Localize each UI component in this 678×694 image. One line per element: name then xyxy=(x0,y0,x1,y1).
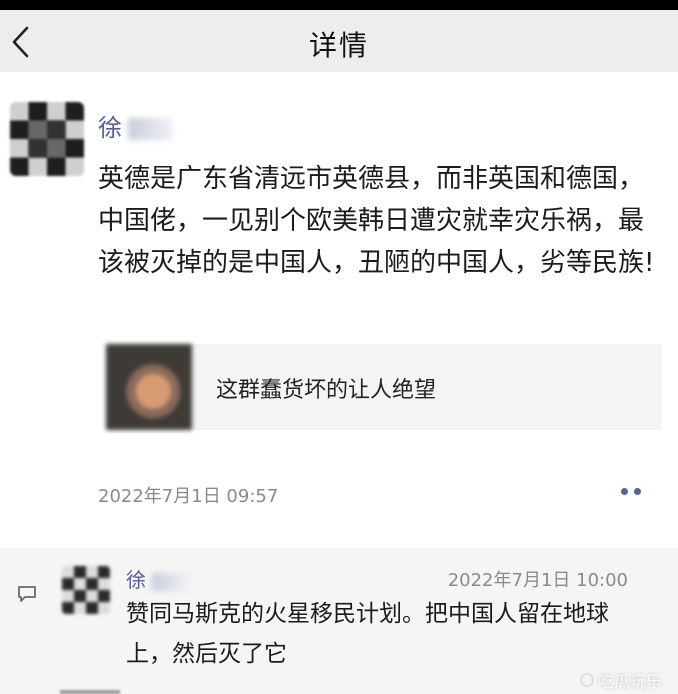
comment-timestamp: 2022年7月1日 10:00 xyxy=(447,570,628,591)
shared-link-card[interactable]: 这群蠢货坏的让人绝望 xyxy=(106,344,662,430)
post-timestamp: 2022年7月1日 09:57 xyxy=(98,486,279,507)
name-mosaic xyxy=(128,118,172,140)
more-dots-icon xyxy=(634,487,641,495)
status-bar xyxy=(0,0,678,10)
watermark-text: 吃瓜玩乐 xyxy=(598,672,663,691)
moment-post: 徐 英德是广东省清远市英德县，而非英国和德国，中国佬，一见别个欧美韩日遭灾就幸灾… xyxy=(0,72,678,548)
avatar[interactable] xyxy=(10,102,84,176)
more-button[interactable] xyxy=(614,482,648,500)
comment-icon xyxy=(18,586,36,602)
comment-text[interactable]: 赞同马斯克的火星移民计划。把中国人留在地球上，然后灭了它 xyxy=(126,594,646,674)
page-title: 详情 xyxy=(308,29,369,62)
shared-link-title: 这群蠢货坏的让人绝望 xyxy=(216,378,437,403)
comment-author-text: 徐 xyxy=(126,568,146,592)
watermark: 吃瓜玩乐 xyxy=(580,670,670,691)
nav-header: 详情 xyxy=(0,10,678,72)
name-mosaic xyxy=(152,572,188,591)
shared-link-thumbnail xyxy=(106,344,192,430)
more-dots-icon xyxy=(621,487,628,495)
post-author-name[interactable]: 徐 xyxy=(98,108,172,143)
watermark-logo-icon xyxy=(580,673,594,687)
post-text: 英德是广东省清远市英德县，而非英国和德国，中国佬，一见别个欧美韩日遭灾就幸灾乐祸… xyxy=(98,164,655,278)
author-name-text: 徐 xyxy=(98,114,122,142)
comment-avatar[interactable] xyxy=(62,566,110,614)
next-comment-avatar-peek xyxy=(60,690,120,694)
comment-section: 徐 2022年7月1日 10:00 赞同马斯克的火星移民计划。把中国人留在地球上… xyxy=(0,548,678,694)
comment-author-name[interactable]: 徐 xyxy=(126,564,188,593)
